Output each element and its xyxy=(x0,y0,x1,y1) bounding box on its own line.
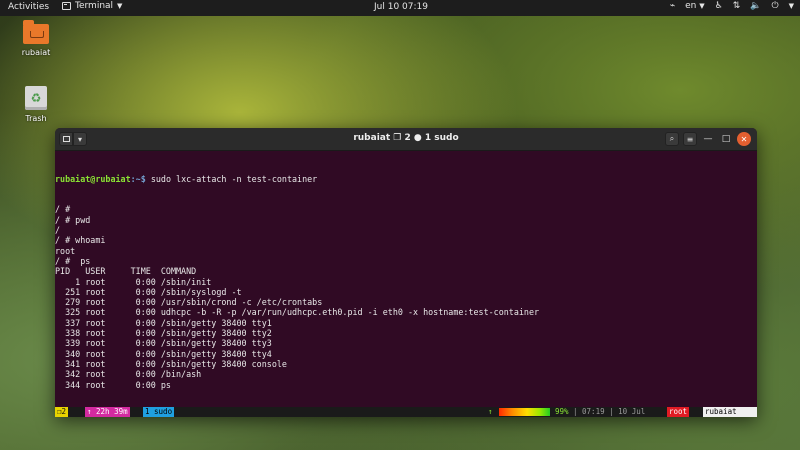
desktop-icon-home-folder[interactable]: rubaiat xyxy=(16,20,56,57)
top-bar: Activities Terminal ▼ Jul 10 07:19 ⌁ en … xyxy=(0,0,800,16)
maximize-button[interactable]: □ xyxy=(719,132,733,146)
status-uptime: ↑ 22h 39m xyxy=(85,407,130,417)
terminal-line: 344 root 0:00 ps xyxy=(55,379,171,390)
terminal-window[interactable]: ▾ rubaiat ❐ 2 ● 1 sudo ⌕ ≡ — □ ✕ rubaiat… xyxy=(55,128,757,417)
trash-icon: ♻ xyxy=(25,86,47,110)
status-battery-percent: 99% xyxy=(555,407,569,416)
folder-icon xyxy=(23,20,49,44)
network-status-icon[interactable]: ⇅ xyxy=(733,1,741,11)
network-icon[interactable]: ⌁ xyxy=(670,1,675,11)
terminal-line: 339 root 0:00 /sbin/getty 38400 tty3 xyxy=(55,338,272,349)
minimize-icon: — xyxy=(703,134,713,144)
terminal-line: 338 root 0:00 /sbin/getty 38400 tty2 xyxy=(55,328,272,339)
desktop-icon-label: rubaiat xyxy=(21,48,51,57)
battery-bar xyxy=(499,408,550,416)
hamburger-icon: ≡ xyxy=(686,134,694,144)
title-bar-right: ⌕ ≡ — □ ✕ xyxy=(665,132,751,146)
activities-button[interactable]: Activities xyxy=(8,2,49,12)
terminal-line: 341 root 0:00 /sbin/getty 38400 console xyxy=(55,358,287,369)
maximize-icon: □ xyxy=(721,134,731,144)
app-menu-label: Terminal xyxy=(75,1,114,11)
status-host: rubaiat xyxy=(703,407,757,417)
command-text: sudo lxc-attach -n test-container xyxy=(145,173,318,184)
tmux-status-bar: ❐2 ↑ 22h 39m 1 sudo ↑ 99% | 07:19 | 10 J… xyxy=(55,407,757,417)
system-tray: ⌁ en ▼ ♿ ⇅ 🔈 ⏻ ▼ xyxy=(670,1,794,11)
terminal-line: 340 root 0:00 /sbin/getty 38400 tty4 xyxy=(55,348,272,359)
minimize-button[interactable]: — xyxy=(701,132,715,146)
prompt-user: rubaiat@rubaiat xyxy=(55,173,131,184)
terminal-icon xyxy=(62,2,71,10)
clock[interactable]: Jul 10 07:19 xyxy=(374,2,428,12)
terminal-line: 1 root 0:00 /sbin/init xyxy=(55,276,212,287)
terminal-line: PID USER TIME COMMAND xyxy=(55,266,197,277)
desktop-icon-label: Trash xyxy=(25,114,47,123)
prompt-line: rubaiat@rubaiat:~$ sudo lxc-attach -n te… xyxy=(55,174,757,184)
terminal-line: 337 root 0:00 /sbin/getty 38400 tty1 xyxy=(55,317,272,328)
system-menu-chevron-icon[interactable]: ▼ xyxy=(789,2,794,10)
output-lines: / # / # pwd / / # whoami root / # ps PID USER … xyxy=(55,204,757,389)
volume-icon[interactable]: 🔈 xyxy=(750,1,761,11)
terminal-line: 279 root 0:00 /usr/sbin/crond -c /etc/cr… xyxy=(55,297,323,308)
window-title: rubaiat ❐ 2 ● 1 sudo xyxy=(353,133,459,143)
terminal-line: / # xyxy=(55,204,71,215)
terminal-output[interactable]: rubaiat@rubaiat:~$ sudo lxc-attach -n te… xyxy=(55,151,757,417)
close-button[interactable]: ✕ xyxy=(737,132,751,146)
status-time-date: | 07:19 | 10 Jul xyxy=(573,407,646,416)
language-indicator[interactable]: en ▼ xyxy=(685,1,705,11)
terminal-line: / xyxy=(55,225,61,236)
chevron-down-icon: ▼ xyxy=(117,2,123,10)
terminal-line: / # ps xyxy=(55,255,91,266)
status-user: root xyxy=(667,407,690,417)
desktop-icon-trash[interactable]: ♻ Trash xyxy=(16,86,56,123)
terminal-line: 251 root 0:00 /sbin/syslogd -t xyxy=(55,286,242,297)
app-menu[interactable]: Terminal ▼ xyxy=(62,1,122,11)
status-window-index: ❐2 xyxy=(55,407,69,417)
language-label: en xyxy=(685,1,697,11)
terminal-line: 325 root 0:00 udhcpc -b -R -p /var/run/u… xyxy=(55,307,540,318)
terminal-line: / # whoami xyxy=(55,235,106,246)
terminal-line: root xyxy=(55,245,76,256)
search-icon: ⌕ xyxy=(669,134,675,143)
prompt-path: :~$ xyxy=(130,173,146,184)
title-bar[interactable]: ▾ rubaiat ❐ 2 ● 1 sudo ⌕ ≡ — □ ✕ xyxy=(55,128,757,151)
menu-button[interactable]: ≡ xyxy=(683,132,697,146)
accessibility-icon[interactable]: ♿ xyxy=(715,1,723,11)
power-icon[interactable]: ⏻ xyxy=(771,1,778,11)
terminal-line: 342 root 0:00 /bin/ash xyxy=(55,369,202,380)
search-button[interactable]: ⌕ xyxy=(665,132,679,146)
chevron-down-icon: ▼ xyxy=(699,2,705,10)
status-tab: 1 sudo xyxy=(143,407,175,417)
status-arrow: ↑ xyxy=(488,407,493,416)
close-icon: ✕ xyxy=(740,134,748,144)
terminal-line: / # pwd xyxy=(55,214,91,225)
